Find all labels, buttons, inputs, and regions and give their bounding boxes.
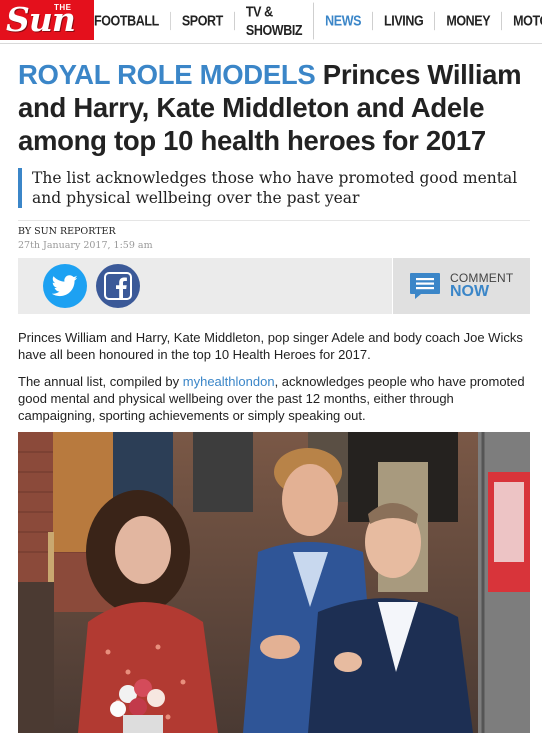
article-byline[interactable]: By Sun Reporter bbox=[18, 226, 116, 237]
top-navigation-bar: Sun THE Football Sport TV & Showbiz News… bbox=[0, 0, 542, 44]
article-paragraph-2: The annual list, compiled by myhealthlon… bbox=[18, 373, 530, 424]
share-bar: Comment Now bbox=[18, 258, 530, 314]
facebook-icon bbox=[104, 272, 132, 300]
share-facebook-button[interactable] bbox=[96, 264, 140, 308]
paragraph-2-lead: The annual list, compiled by bbox=[18, 374, 183, 389]
article-date: 27th January 2017, 1:59 am bbox=[18, 240, 153, 251]
logo-the-text: THE bbox=[54, 3, 72, 12]
nav-item-news[interactable]: News bbox=[314, 11, 374, 31]
nav-item-living[interactable]: Living bbox=[373, 11, 436, 31]
article-headline: ROYAL ROLE MODELS Princes William and Ha… bbox=[18, 58, 530, 157]
nav-item-motors[interactable]: Motors bbox=[502, 12, 542, 30]
nav-item-money[interactable]: Money bbox=[435, 11, 503, 31]
article-paragraph-1: Princes William and Harry, Kate Middleto… bbox=[18, 330, 523, 362]
the-sun-logo[interactable]: Sun THE bbox=[0, 0, 94, 40]
comment-now-label: Now bbox=[450, 283, 490, 300]
byline-divider bbox=[18, 220, 530, 221]
headline-kicker: ROYAL ROLE MODELS bbox=[18, 59, 316, 90]
nav-item-tv-showbiz[interactable]: TV & Showbiz bbox=[235, 2, 315, 40]
article-standfirst: The list acknowledges those who have pro… bbox=[18, 168, 530, 208]
twitter-icon bbox=[52, 275, 78, 297]
article-photo[interactable] bbox=[18, 432, 530, 733]
royals-photo-illustration bbox=[18, 432, 530, 733]
nav-item-sport[interactable]: Sport bbox=[171, 11, 235, 31]
comment-list-icon bbox=[410, 273, 440, 299]
share-twitter-button[interactable] bbox=[43, 264, 87, 308]
nav-item-football[interactable]: Football bbox=[94, 11, 171, 31]
myhealthlondon-link[interactable]: myhealthlondon bbox=[183, 374, 275, 389]
section-nav: Football Sport TV & Showbiz News Living … bbox=[94, 0, 542, 42]
comment-now-button[interactable]: Comment Now bbox=[392, 258, 530, 314]
